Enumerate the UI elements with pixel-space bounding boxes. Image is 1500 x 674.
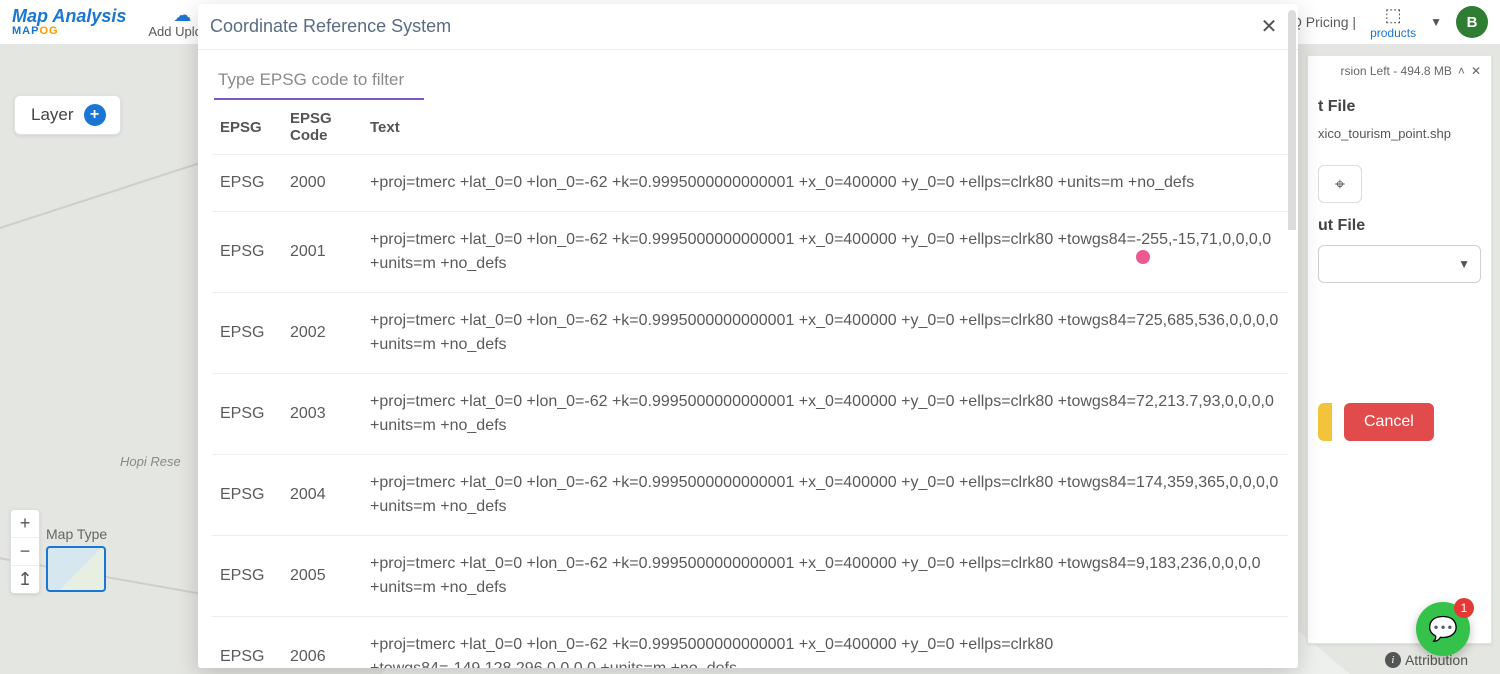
zoom-in-button[interactable]: + [11, 510, 39, 537]
chevron-down-icon: ▼ [1458, 257, 1470, 271]
brand[interactable]: Map Analysis MAPOG [12, 7, 126, 37]
action-button-row: Cancel [1318, 403, 1481, 441]
chat-icon: 💬 [1428, 615, 1458, 644]
cell-code: 2001 [282, 212, 362, 293]
quota-text: rsion Left - 494.8 MB [1341, 64, 1452, 78]
cell-code: 2000 [282, 155, 362, 212]
table-row[interactable]: EPSG2001+proj=tmerc +lat_0=0 +lon_0=-62 … [212, 212, 1288, 293]
output-file-header: ut File [1318, 217, 1481, 235]
crs-table: EPSG EPSG Code Text EPSG2000+proj=tmerc … [212, 104, 1288, 668]
products-menu[interactable]: ⬚ products [1370, 5, 1416, 40]
modal-body: EPSG EPSG Code Text EPSG2000+proj=tmerc … [198, 50, 1298, 668]
cursor-indicator [1136, 250, 1150, 264]
cell-auth: EPSG [212, 212, 282, 293]
zoom-out-button[interactable]: − [11, 537, 39, 565]
header-right: Q Pricing | ⬚ products ▼ B [1291, 5, 1488, 40]
cell-auth: EPSG [212, 155, 282, 212]
output-format-select[interactable]: ▼ [1318, 245, 1481, 283]
map-type-label: Map Type [46, 526, 107, 542]
cell-text: +proj=tmerc +lat_0=0 +lon_0=-62 +k=0.999… [362, 617, 1288, 669]
cloud-upload-icon: ☁ [173, 6, 191, 24]
avatar-initial: B [1467, 14, 1478, 31]
avatar[interactable]: B [1456, 6, 1488, 38]
cell-auth: EPSG [212, 617, 282, 669]
cell-auth: EPSG [212, 455, 282, 536]
modal-close-button[interactable]: ✕ [1252, 10, 1286, 44]
input-file-header: t File [1318, 98, 1481, 116]
close-icon[interactable]: ✕ [1471, 64, 1481, 78]
chevron-down-icon[interactable]: ▼ [1430, 15, 1442, 29]
cell-text: +proj=tmerc +lat_0=0 +lon_0=-62 +k=0.999… [362, 536, 1288, 617]
cell-text: +proj=tmerc +lat_0=0 +lon_0=-62 +k=0.999… [362, 155, 1288, 212]
info-icon: i [1385, 652, 1401, 668]
reset-north-button[interactable]: ↥ [11, 565, 39, 593]
table-row[interactable]: EPSG2002+proj=tmerc +lat_0=0 +lon_0=-62 … [212, 293, 1288, 374]
scrollbar[interactable] [1288, 10, 1296, 650]
table-row[interactable]: EPSG2004+proj=tmerc +lat_0=0 +lon_0=-62 … [212, 455, 1288, 536]
crs-modal: Coordinate Reference System ✕ EPSG EPSG … [198, 4, 1298, 668]
map-place-label: Hopi Rese [120, 454, 181, 469]
chat-unread-badge: 1 [1454, 598, 1474, 618]
cube-icon: ⬚ [1385, 5, 1402, 26]
detect-crs-button[interactable]: ⌖ [1318, 165, 1362, 203]
col-header-code: EPSG Code [282, 104, 362, 155]
chevron-up-icon[interactable]: ˄ [1458, 64, 1465, 78]
brand-subtitle: MAPOG [12, 25, 126, 37]
table-row[interactable]: EPSG2000+proj=tmerc +lat_0=0 +lon_0=-62 … [212, 155, 1288, 212]
cell-code: 2006 [282, 617, 362, 669]
table-row[interactable]: EPSG2006+proj=tmerc +lat_0=0 +lon_0=-62 … [212, 617, 1288, 669]
cell-text: +proj=tmerc +lat_0=0 +lon_0=-62 +k=0.999… [362, 293, 1288, 374]
quota-bar: rsion Left - 494.8 MB ˄ ✕ [1318, 64, 1481, 78]
cell-text: +proj=tmerc +lat_0=0 +lon_0=-62 +k=0.999… [362, 455, 1288, 536]
cancel-button[interactable]: Cancel [1344, 403, 1434, 441]
table-row[interactable]: EPSG2005+proj=tmerc +lat_0=0 +lon_0=-62 … [212, 536, 1288, 617]
cell-auth: EPSG [212, 536, 282, 617]
brand-title: Map Analysis [12, 7, 126, 25]
epsg-filter-input[interactable] [214, 62, 424, 100]
tool-panel: rsion Left - 494.8 MB ˄ ✕ t File xico_to… [1307, 55, 1492, 644]
map-type-picker[interactable]: Map Type [46, 526, 107, 592]
layer-label: Layer [31, 105, 74, 125]
zoom-control: + − ↥ [10, 509, 40, 594]
input-file-name: xico_tourism_point.shp [1318, 126, 1481, 141]
col-header-text: Text [362, 104, 1288, 155]
cell-code: 2005 [282, 536, 362, 617]
cell-code: 2004 [282, 455, 362, 536]
map-type-thumbnail[interactable] [46, 546, 106, 592]
add-layer-button[interactable]: + [84, 104, 106, 126]
modal-title: Coordinate Reference System [210, 16, 451, 37]
scan-icon: ⌖ [1335, 174, 1345, 195]
cell-code: 2002 [282, 293, 362, 374]
cell-text: +proj=tmerc +lat_0=0 +lon_0=-62 +k=0.999… [362, 212, 1288, 293]
pricing-link[interactable]: Q Pricing | [1291, 14, 1356, 30]
run-button[interactable] [1318, 403, 1332, 441]
cell-code: 2003 [282, 374, 362, 455]
products-label: products [1370, 26, 1416, 40]
layer-panel[interactable]: Layer + [14, 95, 121, 135]
cell-auth: EPSG [212, 293, 282, 374]
modal-header: Coordinate Reference System ✕ [198, 4, 1298, 50]
cell-text: +proj=tmerc +lat_0=0 +lon_0=-62 +k=0.999… [362, 374, 1288, 455]
col-header-auth: EPSG [212, 104, 282, 155]
attribution[interactable]: i Attribution [1385, 652, 1468, 668]
cell-auth: EPSG [212, 374, 282, 455]
table-row[interactable]: EPSG2003+proj=tmerc +lat_0=0 +lon_0=-62 … [212, 374, 1288, 455]
chat-button[interactable]: 💬 1 [1416, 602, 1470, 656]
